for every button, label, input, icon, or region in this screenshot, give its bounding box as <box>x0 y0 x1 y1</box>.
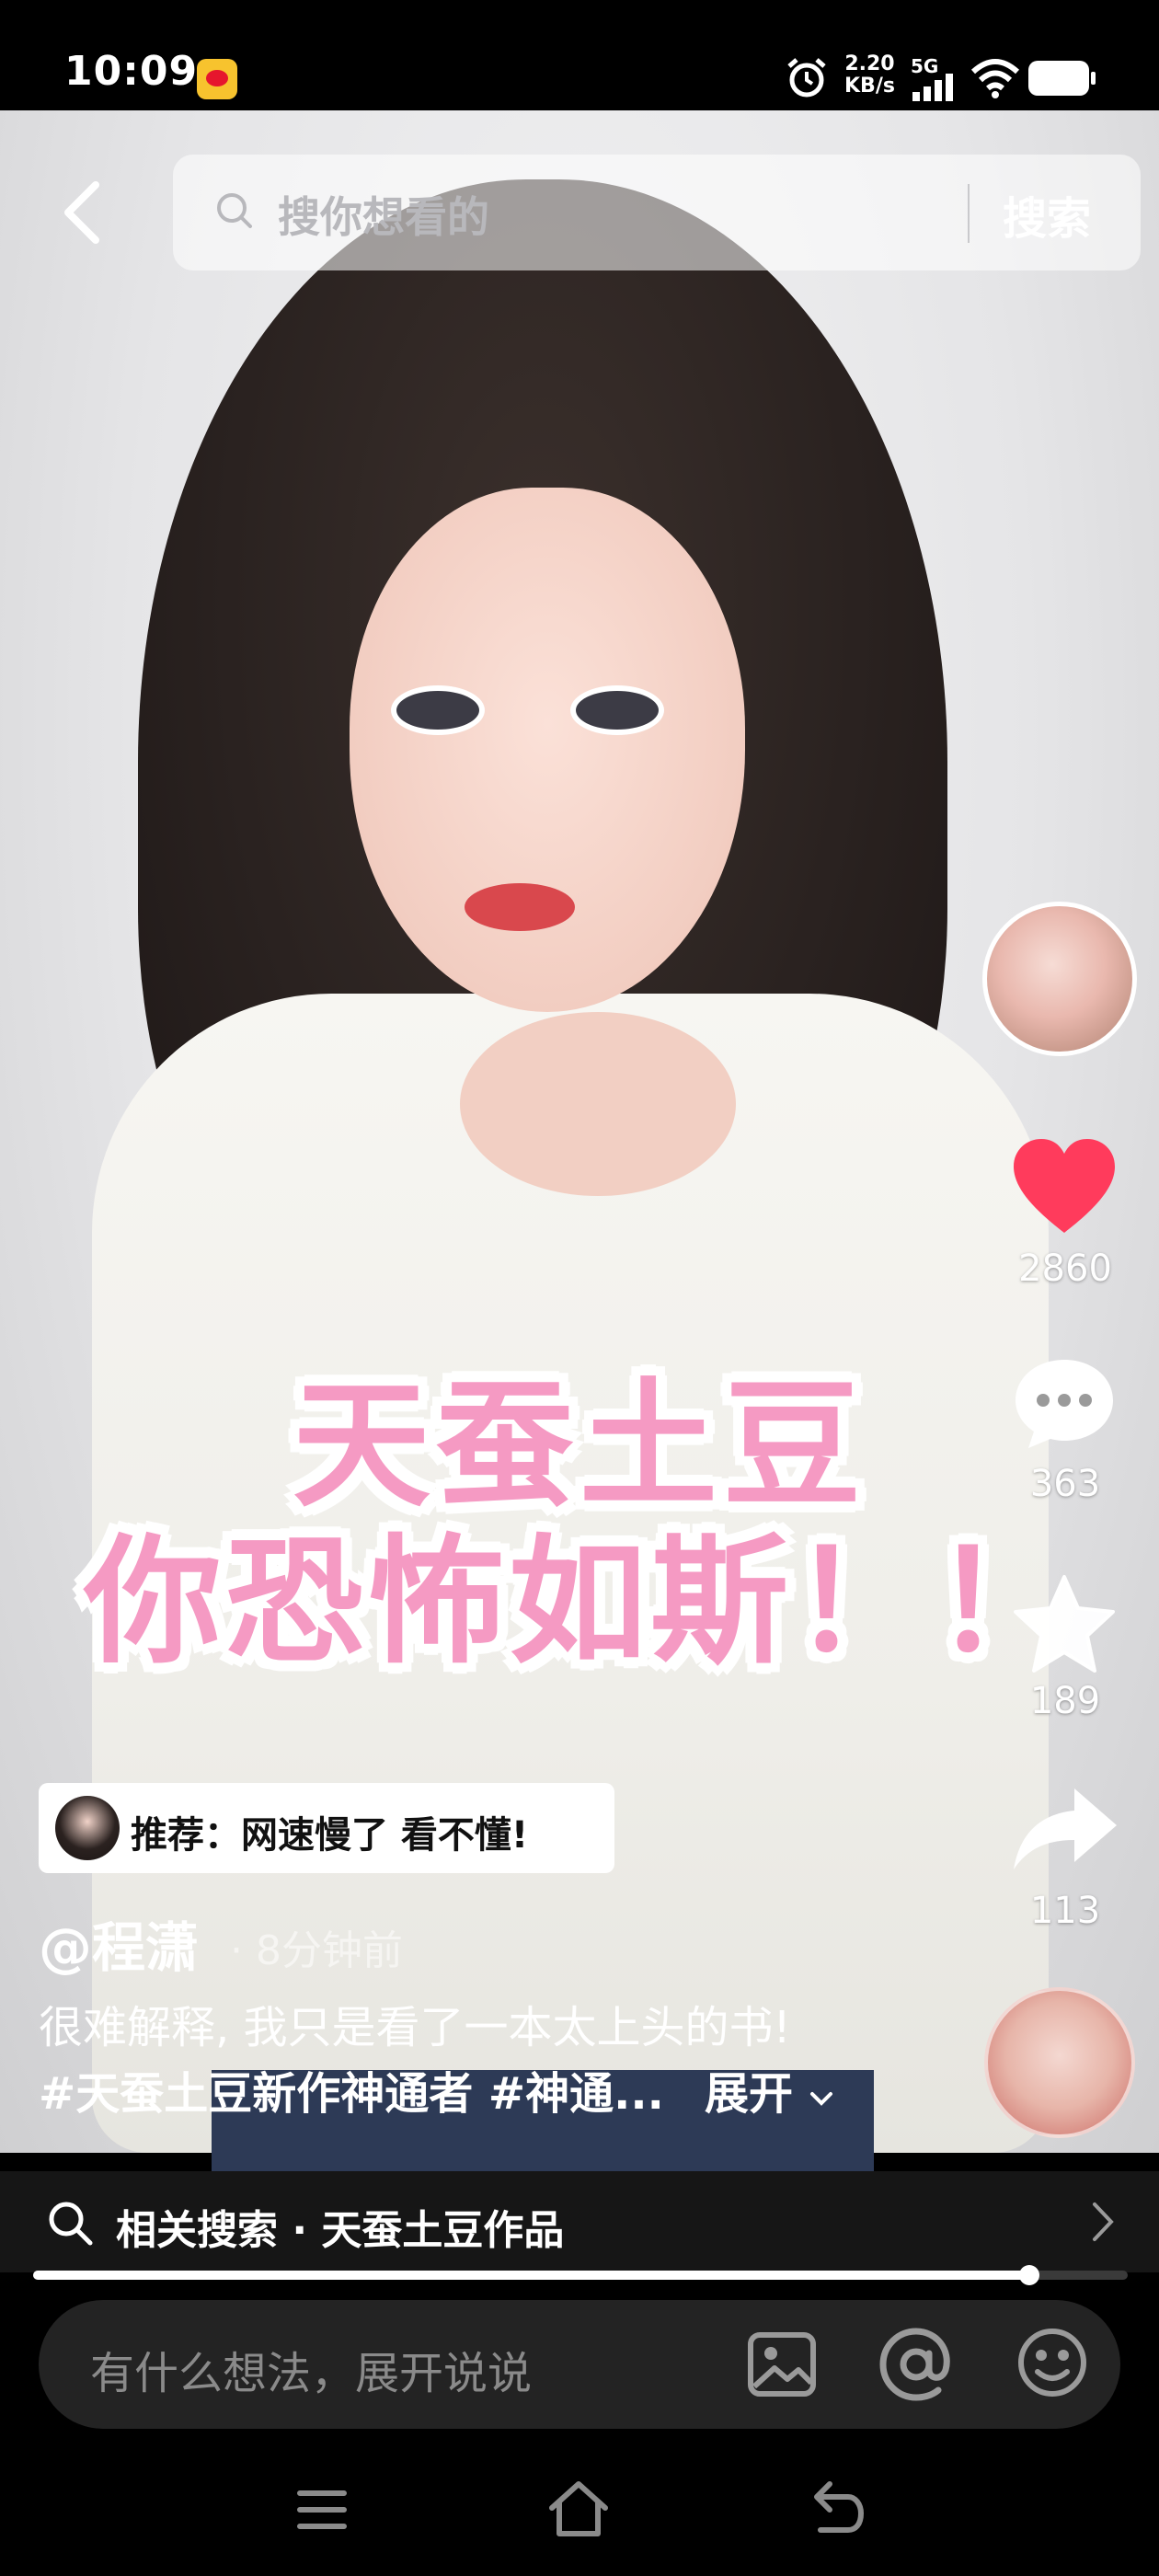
share-count: 113 <box>1029 1890 1101 1932</box>
signal-icon <box>912 74 953 101</box>
video-progress-thumb[interactable] <box>1018 2265 1039 2285</box>
author-avatar[interactable] <box>982 902 1137 1056</box>
video-subject-hands <box>460 1012 736 1196</box>
recommend-avatar <box>55 1796 120 1860</box>
video-subject-eye-right <box>570 685 664 735</box>
expand-button[interactable]: 展开 <box>705 2057 834 2122</box>
search-input[interactable]: 搜你想看的 <box>278 184 489 245</box>
back-icon[interactable] <box>55 179 114 246</box>
comment-count: 363 <box>1029 1463 1101 1505</box>
chevron-right-icon <box>1093 2202 1114 2241</box>
search-icon <box>217 193 252 228</box>
emoji-icon[interactable] <box>1016 2326 1089 2399</box>
author-name[interactable]: @程潇 <box>39 1904 199 1982</box>
video-subject-lips <box>465 883 575 931</box>
post-hashtags[interactable]: #天蚕土豆新作神通者 #神通... <box>39 2057 664 2122</box>
alarm-icon <box>787 58 826 98</box>
home-icon[interactable] <box>546 2478 611 2539</box>
recommend-text: 推荐：网速慢了 看不懂! <box>131 1814 529 1857</box>
star-icon[interactable] <box>1012 1573 1117 1674</box>
video-subject-eye-left <box>391 685 485 735</box>
related-search-text[interactable]: 相关搜索 · 天蚕土豆作品 <box>116 2197 564 2256</box>
search-icon <box>49 2202 93 2246</box>
share-icon[interactable] <box>1010 1783 1120 1875</box>
favorite-count: 189 <box>1029 1680 1101 1722</box>
chevron-down-icon <box>809 2092 832 2106</box>
net-speed-value: 2.20 <box>844 52 895 75</box>
like-count: 2860 <box>1018 1248 1112 1290</box>
expand-label: 展开 <box>705 2068 794 2120</box>
music-disc[interactable] <box>984 1987 1135 2138</box>
image-icon[interactable] <box>747 2331 817 2398</box>
comment-input[interactable]: 有什么想法，展开说说 <box>90 2337 532 2401</box>
search-divider <box>968 184 970 243</box>
comment-icon[interactable] <box>1010 1356 1119 1452</box>
post-description: 很难解释, 我只是看了一本太上头的书! <box>39 2002 791 2053</box>
menu-icon[interactable] <box>296 2488 348 2532</box>
video-progress-fill <box>33 2271 1029 2280</box>
video-subject-face <box>350 488 745 1012</box>
search-button[interactable]: 搜索 <box>1003 182 1091 247</box>
at-icon[interactable] <box>878 2326 955 2403</box>
heart-icon[interactable] <box>1010 1137 1119 1236</box>
wifi-icon <box>970 59 1020 98</box>
battery-icon <box>1028 61 1096 96</box>
return-icon[interactable] <box>811 2480 865 2536</box>
net-speed: 2.20 KB/s <box>844 53 895 98</box>
post-time: · 8分钟前 <box>230 1927 403 1974</box>
video-caption-line2: 你恐怖如斯！！ <box>82 1522 1075 1685</box>
net-speed-unit: KB/s <box>844 75 895 98</box>
weibo-notification-icon <box>197 59 237 99</box>
status-time: 10:09 <box>64 48 199 95</box>
